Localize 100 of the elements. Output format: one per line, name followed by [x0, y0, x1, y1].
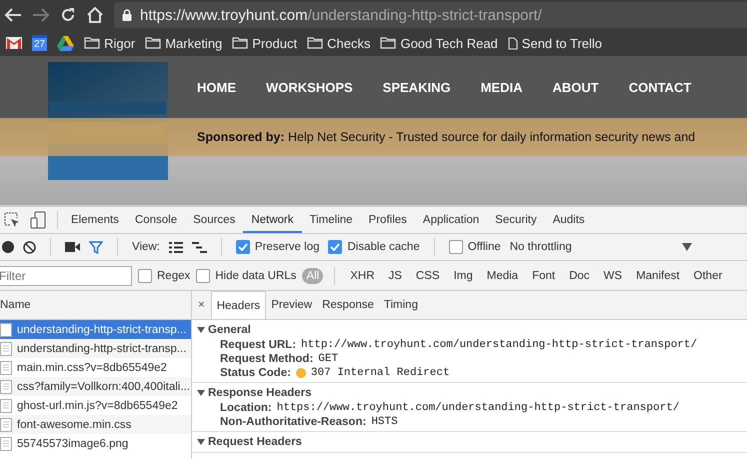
type-filter[interactable]: XHR	[346, 268, 378, 284]
bookmark-folder[interactable]: Checks	[307, 36, 370, 50]
header-name: Location:	[220, 402, 272, 414]
devtools-tab[interactable]: Security	[487, 207, 545, 233]
filter-checkbox[interactable]: Regex	[138, 268, 190, 282]
request-row[interactable]: 55745573image6.png	[0, 434, 191, 453]
list-view-icon[interactable]	[168, 242, 183, 252]
folder-icon	[145, 37, 162, 49]
type-filter[interactable]: Manifest	[632, 268, 684, 284]
checkbox[interactable]	[448, 240, 463, 254]
nav-link[interactable]: HOME	[197, 80, 236, 94]
option-checkbox[interactable]: Offline	[448, 240, 501, 254]
devtools-tab[interactable]: Profiles	[360, 207, 415, 233]
request-name: main.min.css?v=8db65549e2	[17, 362, 167, 374]
checkbox-label: Hide data URLs	[215, 270, 296, 282]
type-filter[interactable]: Other	[690, 268, 726, 284]
home-icon[interactable]	[86, 7, 104, 23]
checkbox[interactable]	[236, 240, 250, 254]
device-icon[interactable]	[30, 211, 46, 229]
type-filter[interactable]: Img	[450, 268, 477, 284]
request-name: css?family=Vollkorn:400,400itali...	[17, 380, 190, 392]
folder-icon	[84, 37, 100, 49]
nav-link[interactable]: CONTACT	[628, 80, 692, 94]
type-filter[interactable]: Doc	[565, 268, 594, 284]
request-name: ghost-url.min.js?v=8db65549e2	[17, 400, 178, 412]
filter-icon[interactable]	[89, 240, 103, 254]
request-row[interactable]: font-awesome.min.css	[0, 415, 191, 434]
waterfall-view-icon[interactable]	[192, 242, 207, 252]
bookmark-folder[interactable]: Good Tech Read	[380, 36, 498, 50]
type-filter[interactable]: Font	[528, 268, 560, 284]
header-value: GET	[318, 353, 338, 365]
detail-tab[interactable]: Headers	[210, 291, 266, 319]
file-icon	[0, 380, 12, 394]
calendar-icon[interactable]: 27	[32, 35, 48, 51]
drive-icon[interactable]	[57, 36, 74, 50]
filter-field[interactable]: Filter	[0, 266, 132, 286]
checkbox[interactable]	[138, 268, 152, 282]
filter-checkbox[interactable]: Hide data URLs	[196, 268, 296, 282]
devtools-tab[interactable]: Sources	[185, 207, 244, 233]
detail-tab[interactable]: Preview	[266, 291, 318, 319]
request-row[interactable]: main.min.css?v=8db65549e2	[0, 358, 191, 377]
section-header[interactable]: General	[192, 322, 747, 338]
section-header[interactable]: Response Headers	[192, 385, 747, 401]
detail-tab[interactable]: Timing	[378, 291, 423, 319]
nav-link[interactable]: ABOUT	[552, 80, 599, 94]
section-header[interactable]: Request Headers	[192, 434, 747, 450]
disclosure-icon	[197, 389, 205, 397]
bookmark-link[interactable]: Send to Trello	[508, 36, 602, 50]
folder-icon	[380, 37, 396, 49]
nav-link[interactable]: MEDIA	[480, 80, 522, 94]
mail-icon[interactable]	[6, 37, 22, 49]
request-row[interactable]: css?family=Vollkorn:400,400itali...	[0, 377, 191, 396]
checkbox-label: Regex	[157, 270, 190, 282]
option-checkbox[interactable]: Preserve log	[236, 240, 320, 254]
address-bar[interactable]: https://www.troyhunt.com/understanding-http-strict-transport/	[114, 2, 747, 28]
throttling-dropdown[interactable]: No throttling	[510, 241, 692, 253]
reload-icon[interactable]	[60, 7, 76, 23]
nav-link[interactable]: WORKSHOPS	[266, 80, 353, 94]
checkbox[interactable]	[328, 240, 342, 254]
bookmark-folder[interactable]: Rigor	[84, 36, 136, 50]
detail-tab[interactable]: Response	[317, 291, 379, 319]
bookmark-folder[interactable]: Product	[232, 36, 298, 50]
type-filter[interactable]: WS	[600, 268, 626, 284]
header-name: Request URL:	[220, 339, 296, 351]
checkbox-label: Offline	[468, 241, 501, 253]
inspect-icon[interactable]	[4, 212, 20, 228]
header-value: 307 Internal Redirect	[310, 367, 450, 379]
camera-icon[interactable]	[65, 242, 80, 252]
request-name: 55745573image6.png	[17, 438, 128, 450]
option-checkbox[interactable]: Disable cache	[328, 240, 420, 254]
request-row[interactable]: understanding-http-strict-transp...	[0, 339, 191, 358]
request-row[interactable]: understanding-http-strict-transp...	[0, 320, 191, 339]
close-button[interactable]: ×	[192, 299, 211, 311]
back-icon[interactable]	[4, 8, 22, 22]
header-name: Status Code:	[220, 367, 291, 379]
clear-icon[interactable]	[23, 240, 36, 254]
type-filter[interactable]: CSS	[412, 268, 444, 284]
view-label: View:	[132, 241, 160, 253]
request-row[interactable]: ghost-url.min.js?v=8db65549e2	[0, 396, 191, 415]
header-name: Request Method:	[220, 353, 314, 365]
type-filter[interactable]: JS	[384, 268, 406, 284]
sponsor-text: Sponsored by: Help Net Security - Trusted source for daily information security news and	[197, 130, 696, 144]
header-value: https://www.troyhunt.com/understanding-http-strict-transport/	[276, 402, 680, 414]
checkbox-label: Disable cache	[347, 241, 420, 253]
column-header[interactable]: Name	[0, 291, 191, 320]
forward-icon[interactable]	[32, 8, 50, 22]
record-icon[interactable]	[2, 241, 14, 253]
checkbox-label: Preserve log	[254, 241, 320, 253]
devtools-tab[interactable]: Audits	[544, 207, 593, 233]
devtools-tab[interactable]: Application	[414, 207, 488, 233]
type-filter[interactable]: Media	[482, 268, 522, 284]
checkbox[interactable]	[196, 268, 210, 282]
nav-link[interactable]: SPEAKING	[382, 80, 451, 94]
devtools-tab[interactable]: Console	[126, 207, 186, 233]
file-icon	[0, 342, 12, 356]
disclosure-icon	[197, 438, 205, 446]
devtools-tab[interactable]: Elements	[63, 207, 127, 233]
lock-icon	[122, 9, 132, 21]
devtools-tab[interactable]: Timeline	[302, 207, 361, 233]
bookmark-folder[interactable]: Marketing	[145, 36, 222, 50]
